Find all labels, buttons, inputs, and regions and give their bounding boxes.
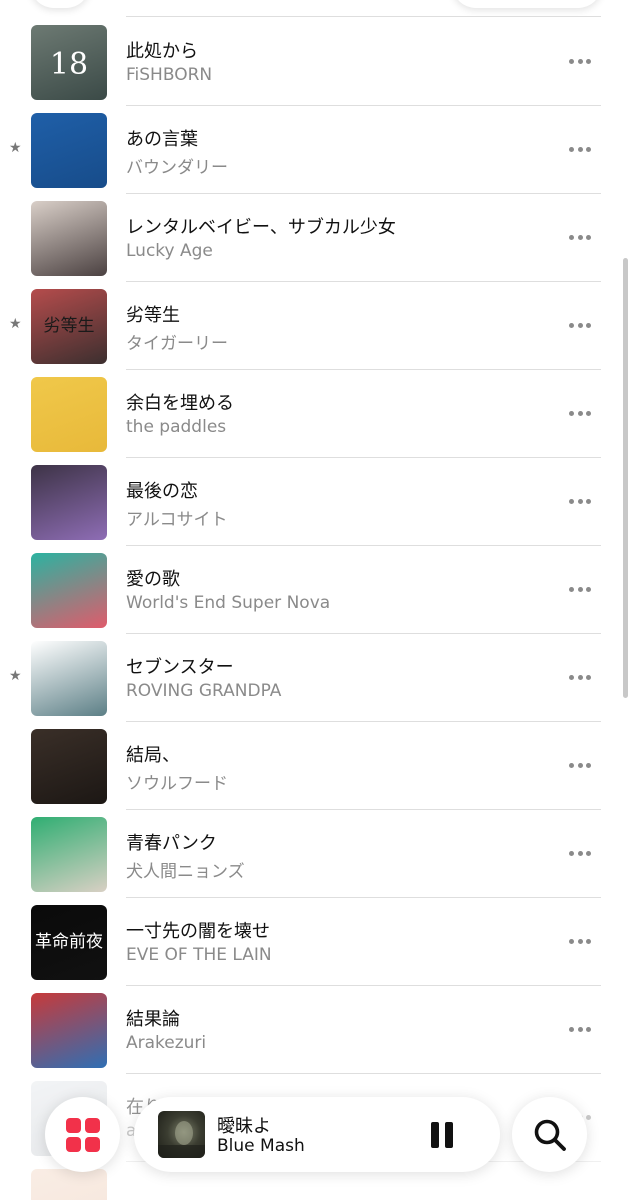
song-artist: タイガーリー [126,334,228,354]
song-title: レンタルベイビー、サブカル少女 [126,217,396,238]
album-artwork-roving-grandpa-cover [31,641,107,716]
mini-player[interactable]: 曖昧よ Blue Mash [134,1097,500,1172]
song-row[interactable]: ★ あの言葉バウンダリー [0,106,631,194]
album-art-text: 革命前夜 [35,932,103,952]
song-title: セブンスター [126,657,234,678]
more-options-icon[interactable] [566,312,594,338]
more-options-icon[interactable] [566,1016,594,1042]
album-artwork-wesn-cover [31,553,107,628]
song-row[interactable]: 愛の歌 World's End Super Nova [0,546,631,634]
song-title: あの言葉 [126,129,198,150]
favorite-star-icon: ★ [9,668,22,684]
library-grid-button[interactable] [45,1097,120,1172]
favorite-star-icon: ★ [9,316,22,332]
song-row[interactable]: 青春パンク犬人間ニョンズ [0,810,631,898]
album-artwork-understeer-cover [31,1169,107,1200]
now-playing-title: 曖昧よ [217,1116,271,1137]
album-art-text: 18 [49,47,89,82]
song-row[interactable]: 革命前夜 一寸先の闇を壊せ EVE OF THE LAIN [0,898,631,986]
song-title: 青春パンク [126,833,217,854]
top-left-button[interactable] [30,0,90,8]
song-artist: EVE OF THE LAIN [126,945,272,965]
more-options-icon[interactable] [566,752,594,778]
song-list: 18 此処から FiSHBORN ★ あの言葉バウンダリーレンタルベイビー、サブカル少女… [0,18,631,1200]
song-title: 結果論 [126,1009,180,1030]
song-row[interactable]: ★ 劣等生 劣等生 タイガーリー [0,282,631,370]
song-row[interactable]: ★ セブンスター ROVING GRANDPA [0,634,631,722]
song-artist: 犬人間ニョンズ [126,862,245,882]
song-title: 一寸先の闇を壊せ [126,921,270,942]
album-artwork-tigerly-cover: 劣等生 [31,289,107,364]
song-title: 最後の恋 [126,481,198,502]
song-artist: Arakezuri [126,1033,207,1053]
album-artwork-arakezuri-cover [31,993,107,1068]
now-playing-artist: Blue Mash [217,1136,305,1156]
more-options-icon[interactable] [566,400,594,426]
song-row[interactable]: 最後の恋アルコサイト [0,458,631,546]
song-artist: アルコサイト [126,510,228,530]
more-options-icon[interactable] [566,224,594,250]
more-options-icon[interactable] [566,488,594,514]
song-artist: Lucky Age [126,241,213,261]
pause-icon[interactable] [430,1122,454,1148]
song-title: 愛の歌 [126,569,180,590]
song-title: 余白を埋める [126,393,234,414]
album-artwork-nyonz-cover [31,817,107,892]
grid-icon [65,1117,100,1152]
song-artist: World's End Super Nova [126,593,331,613]
song-row[interactable]: 18 此処から FiSHBORN [0,18,631,106]
search-icon [534,1119,566,1151]
song-artist: バウンダリー [126,158,228,178]
song-row[interactable]: 結局、 ソウルフード [0,722,631,810]
song-row[interactable]: 余白を埋める the paddles [0,370,631,458]
album-art-text: 劣等生 [43,316,95,336]
more-options-icon[interactable] [566,136,594,162]
album-artwork-eve-of-the-lain-cover: 革命前夜 [31,905,107,980]
song-artist: FiSHBORN [126,65,213,85]
song-artist: the paddles [126,417,227,437]
song-row[interactable]: 結果論 Arakezuri [0,986,631,1074]
album-artwork-soulfood-cover [31,729,107,804]
song-row[interactable]: レンタルベイビー、サブカル少女 Lucky Age [0,194,631,282]
album-artwork-lucky-age-cover [31,201,107,276]
more-options-icon[interactable] [566,928,594,954]
song-title: 結局、 [126,745,180,766]
album-artwork-paddles-cover [31,377,107,452]
more-options-icon[interactable] [566,48,594,74]
song-artist: ソウルフード [126,774,228,794]
music-library-screen: 18 此処から FiSHBORN ★ あの言葉バウンダリーレンタルベイビー、サブカル少女… [0,0,631,1200]
more-options-icon[interactable] [566,664,594,690]
search-button[interactable] [512,1097,587,1172]
top-right-button[interactable] [452,0,602,8]
song-title: 劣等生 [126,305,180,326]
album-artwork-arcosite-cover [31,465,107,540]
song-title: 此処から [126,41,198,62]
more-options-icon[interactable] [566,576,594,602]
song-artist: ROVING GRANDPA [126,681,282,701]
now-playing-artwork [158,1111,205,1158]
more-options-icon[interactable] [566,840,594,866]
album-artwork-fishborn-cover: 18 [31,25,107,100]
album-artwork-boundary-cover [31,113,107,188]
top-divider [126,16,601,17]
more-options-icon[interactable] [566,1192,594,1200]
favorite-star-icon: ★ [9,140,22,156]
